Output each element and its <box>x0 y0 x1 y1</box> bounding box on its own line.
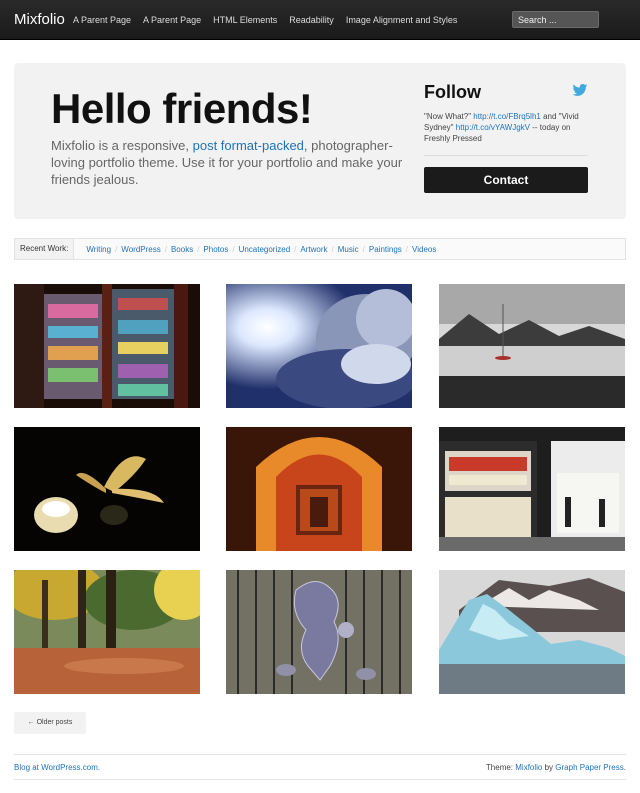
nav-item-html-elements[interactable]: HTML Elements <box>213 15 277 25</box>
category-books[interactable]: Books <box>171 245 193 254</box>
credits-text-end: . <box>623 763 626 772</box>
sun-clouds-photo[interactable] <box>226 284 412 408</box>
separator: / <box>197 244 200 254</box>
divider <box>424 155 588 156</box>
lake-boat-image <box>439 284 625 408</box>
nav-item-parent-page-2[interactable]: A Parent Page <box>143 15 201 25</box>
post-format-link[interactable]: post format-packed <box>193 138 304 153</box>
separator: / <box>362 244 365 254</box>
category-writing[interactable]: Writing <box>86 245 111 254</box>
hero-panel: Hello friends! Mixfolio is a responsive,… <box>14 63 626 219</box>
nav-item-parent-page-1[interactable]: A Parent Page <box>73 15 131 25</box>
separator: / <box>115 244 118 254</box>
glowing-arch-image <box>226 427 412 551</box>
sun-clouds-image <box>226 284 412 408</box>
recent-work-label: Recent Work: <box>15 239 75 259</box>
follow-title: Follow <box>424 82 481 102</box>
separator: / <box>331 244 334 254</box>
footer-divider <box>14 754 626 755</box>
category-videos[interactable]: Videos <box>412 245 436 254</box>
separator: / <box>294 244 297 254</box>
lion-gate-photo[interactable] <box>226 570 412 694</box>
twitter-bird-icon[interactable] <box>572 84 588 96</box>
nav-item-readability[interactable]: Readability <box>289 15 334 25</box>
separator: / <box>232 244 235 254</box>
iceberg-photo[interactable] <box>439 570 625 694</box>
nav-item-image-alignment[interactable]: Image Alignment and Styles <box>346 15 458 25</box>
tweet-text: "Now What?" <box>424 112 474 121</box>
candle-lily-image <box>14 427 200 551</box>
contact-button[interactable]: Contact <box>424 167 588 193</box>
hero-intro-text: Mixfolio is a responsive, <box>51 138 193 153</box>
autumn-park-photo[interactable] <box>14 570 200 694</box>
lion-gate-image <box>226 570 412 694</box>
category-uncategorized[interactable]: Uncategorized <box>239 245 291 254</box>
recent-work-bar: Recent Work: Writing / WordPress / Books / … <box>14 238 626 260</box>
theme-link[interactable]: Mixfolio <box>515 763 542 772</box>
footer-bottom-divider <box>14 779 626 780</box>
site-title[interactable]: Mixfolio <box>14 11 65 28</box>
separator: / <box>405 244 409 254</box>
footer-credits: Theme: Mixfolio by Graph Paper Press. <box>486 763 626 772</box>
hero-intro: Mixfolio is a responsive, post format-pa… <box>51 137 411 188</box>
follow-widget: Follow "Now What?" http://t.co/FBrq5lh1 … <box>424 82 588 193</box>
credits-text-by: by <box>542 763 556 772</box>
wordpress-footer-link[interactable]: Blog at WordPress.com. <box>14 763 100 772</box>
tweet-link-1[interactable]: http://t.co/FBrq5lh1 <box>473 112 541 121</box>
caffe-storefront-photo[interactable] <box>439 427 625 551</box>
credits-text: Theme: <box>485 763 516 772</box>
shop-window-image <box>14 284 200 408</box>
older-posts-button[interactable]: ← Older posts <box>14 712 86 734</box>
search-input[interactable] <box>512 11 599 28</box>
author-link[interactable]: Graph Paper Press <box>555 763 623 772</box>
lake-boat-photo[interactable] <box>439 284 625 408</box>
top-nav-bar: Mixfolio A Parent Page A Parent Page HTM… <box>0 0 640 40</box>
category-paintings[interactable]: Paintings <box>369 245 402 254</box>
shop-window-photo[interactable] <box>14 284 200 408</box>
category-wordpress[interactable]: WordPress <box>121 245 160 254</box>
autumn-park-image <box>14 570 200 694</box>
glowing-arch-photo[interactable] <box>226 427 412 551</box>
caffe-storefront-image <box>439 427 625 551</box>
candle-lily-photo[interactable] <box>14 427 200 551</box>
category-photos[interactable]: Photos <box>203 245 228 254</box>
category-artwork[interactable]: Artwork <box>300 245 327 254</box>
tweet-link-2[interactable]: http://t.co/vYAWJgkV <box>456 123 530 132</box>
hero-title: Hello friends! <box>51 85 313 132</box>
iceberg-image <box>439 570 625 694</box>
category-list: Writing / WordPress / Books / Photos / Uncat… <box>86 245 436 254</box>
latest-tweet: "Now What?" http://t.co/FBrq5lh1 and "Vi… <box>424 111 588 144</box>
category-music[interactable]: Music <box>338 245 359 254</box>
main-nav: A Parent Page A Parent Page HTML Element… <box>73 15 469 25</box>
separator: / <box>164 244 167 254</box>
